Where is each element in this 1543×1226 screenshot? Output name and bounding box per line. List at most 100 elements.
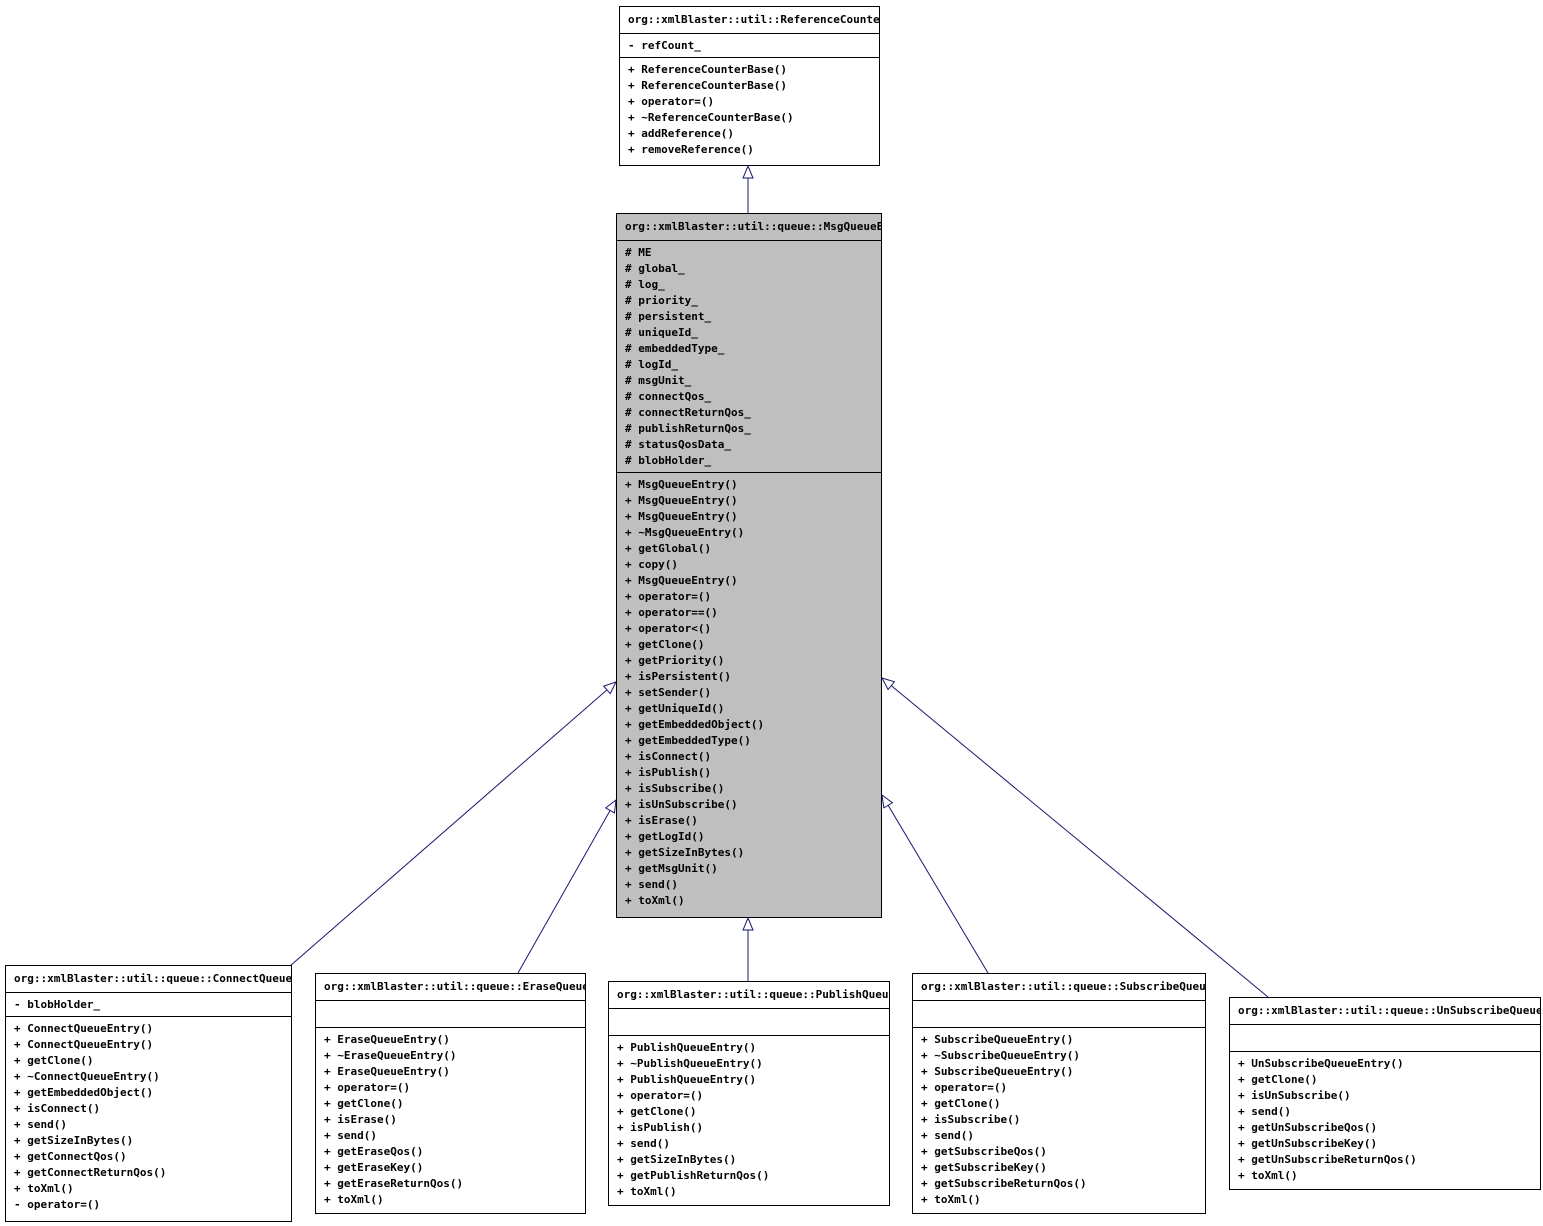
operation: + MsgQueueEntry()	[625, 494, 738, 507]
operation: + operator=()	[324, 1081, 411, 1094]
operation: + getClone()	[14, 1054, 94, 1067]
inheritance-arrowhead-connect	[602, 681, 617, 695]
attribute: # persistent_	[625, 310, 712, 323]
operation: + PublishQueueEntry()	[617, 1073, 757, 1086]
operations-section: + MsgQueueEntry() + MsgQueueEntry() + MsgQ…	[617, 473, 881, 912]
attribute: # connectQos_	[625, 390, 712, 403]
operation: + removeReference()	[628, 143, 754, 156]
class-name: org::xmlBlaster::util::queue::ConnectQue…	[6, 966, 291, 993]
inheritance-line-connect	[289, 689, 608, 967]
operations-section: + ConnectQueueEntry() + ConnectQueueEntry…	[6, 1017, 291, 1216]
operation: + getUnSubscribeQos()	[1238, 1121, 1378, 1134]
attribute: # publishReturnQos_	[625, 422, 751, 435]
operation: + operator==()	[625, 606, 718, 619]
operation: + send()	[625, 878, 678, 891]
operation: + getLogId()	[625, 830, 705, 843]
attribute: # embeddedType_	[625, 342, 725, 355]
operation: + getUnSubscribeReturnQos()	[1238, 1153, 1417, 1166]
class-name: org::xmlBlaster::util::ReferenceCounterB…	[620, 7, 879, 34]
operation: + ~MsgQueueEntry()	[625, 526, 745, 539]
operation: + getEraseKey()	[324, 1161, 424, 1174]
operations-section: + SubscribeQueueEntry() + ~SubscribeQueue…	[913, 1028, 1205, 1211]
operation: + getGlobal()	[625, 542, 712, 555]
operation: + isSubscribe()	[921, 1113, 1021, 1126]
operation: + getSizeInBytes()	[617, 1153, 737, 1166]
operation: + toXml()	[324, 1193, 384, 1206]
class-box-erase[interactable]: org::xmlBlaster::util::queue::EraseQueue…	[315, 973, 586, 1214]
operation: + send()	[1238, 1105, 1291, 1118]
attribute: # statusQosData_	[625, 438, 731, 451]
inheritance-arrowhead-subscribe	[881, 793, 894, 809]
operation: + toXml()	[1238, 1169, 1298, 1182]
class-box-subscribe[interactable]: org::xmlBlaster::util::queue::SubscribeQ…	[912, 973, 1206, 1214]
operation: + operator=()	[628, 95, 715, 108]
operation: + ~SubscribeQueueEntry()	[921, 1049, 1080, 1062]
operation: + send()	[617, 1137, 670, 1150]
operation: + ReferenceCounterBase()	[628, 63, 787, 76]
attributes-section	[609, 1009, 889, 1036]
class-name: org::xmlBlaster::util::queue::PublishQue…	[609, 982, 889, 1009]
attributes-section	[1230, 1025, 1540, 1052]
operation: + getMsgUnit()	[625, 862, 718, 875]
operation: + toXml()	[617, 1185, 677, 1198]
inheritance-line-unsubscribe	[890, 685, 1269, 998]
operation: + isConnect()	[14, 1102, 101, 1115]
operation: + PublishQueueEntry()	[617, 1041, 757, 1054]
class-box-ref[interactable]: org::xmlBlaster::util::ReferenceCounterB…	[619, 6, 880, 166]
operation: + getEraseQos()	[324, 1145, 424, 1158]
operation: + toXml()	[625, 894, 685, 907]
operation: + ~ReferenceCounterBase()	[628, 111, 794, 124]
operation: + operator=()	[625, 590, 712, 603]
operation: + MsgQueueEntry()	[625, 574, 738, 587]
inheritance-arrowhead-msg	[742, 164, 754, 179]
class-box-connect[interactable]: org::xmlBlaster::util::queue::ConnectQue…	[5, 965, 292, 1222]
attribute: # log_	[625, 278, 665, 291]
operations-section: + ReferenceCounterBase() + ReferenceCount…	[620, 58, 879, 161]
operation: + MsgQueueEntry()	[625, 510, 738, 523]
class-name: org::xmlBlaster::util::queue::EraseQueue…	[316, 974, 585, 1001]
operation: + getClone()	[921, 1097, 1001, 1110]
class-name: org::xmlBlaster::util::queue::UnSubscrib…	[1230, 998, 1540, 1025]
operation: + MsgQueueEntry()	[625, 478, 738, 491]
operation: + getSubscribeQos()	[921, 1145, 1047, 1158]
attributes-section: # ME # global_ # log_ # priority_ # persiste…	[617, 241, 881, 473]
operation: + getSubscribeKey()	[921, 1161, 1047, 1174]
operation: + getClone()	[617, 1105, 697, 1118]
class-box-publish[interactable]: org::xmlBlaster::util::queue::PublishQue…	[608, 981, 890, 1206]
operations-section: + EraseQueueEntry() + ~EraseQueueEntry() +…	[316, 1028, 585, 1211]
class-box-msg[interactable]: org::xmlBlaster::util::queue::MsgQueueEn…	[616, 213, 882, 918]
operation: + getClone()	[324, 1097, 404, 1110]
attribute: - blobHolder_	[14, 998, 101, 1011]
operation: + isErase()	[625, 814, 698, 827]
attribute: # logId_	[625, 358, 678, 371]
inheritance-arrowhead-erase	[604, 798, 617, 814]
operation: + operator<()	[625, 622, 712, 635]
operation: + ~PublishQueueEntry()	[617, 1057, 763, 1070]
attribute: # ME	[625, 246, 652, 259]
attributes-section: - refCount_	[620, 34, 879, 58]
operation: + isErase()	[324, 1113, 397, 1126]
class-box-unsubscribe[interactable]: org::xmlBlaster::util::queue::UnSubscrib…	[1229, 997, 1541, 1190]
operation: + getEmbeddedObject()	[14, 1086, 154, 1099]
operation: + getSizeInBytes()	[14, 1134, 134, 1147]
class-name: org::xmlBlaster::util::queue::SubscribeQ…	[913, 974, 1205, 1001]
inheritance-arrowhead-publish	[742, 916, 754, 931]
inheritance-line-subscribe	[887, 805, 989, 974]
class-name: org::xmlBlaster::util::queue::MsgQueueEn…	[617, 214, 881, 241]
operations-section: + UnSubscribeQueueEntry() + getClone() + i…	[1230, 1052, 1540, 1187]
operation: + getClone()	[1238, 1073, 1318, 1086]
attributes-section	[913, 1001, 1205, 1028]
operation: + isPublish()	[625, 766, 712, 779]
operation: + ConnectQueueEntry()	[14, 1038, 154, 1051]
attribute: # blobHolder_	[625, 454, 712, 467]
operation: + ~EraseQueueEntry()	[324, 1049, 457, 1062]
operation: + EraseQueueEntry()	[324, 1033, 450, 1046]
operation: + SubscribeQueueEntry()	[921, 1033, 1074, 1046]
operation: + addReference()	[628, 127, 734, 140]
operation: + isUnSubscribe()	[625, 798, 738, 811]
attributes-section: - blobHolder_	[6, 993, 291, 1017]
operation: + getClone()	[625, 638, 705, 651]
attribute: # uniqueId_	[625, 326, 698, 339]
operation: + ReferenceCounterBase()	[628, 79, 787, 92]
operation: + getConnectQos()	[14, 1150, 127, 1163]
